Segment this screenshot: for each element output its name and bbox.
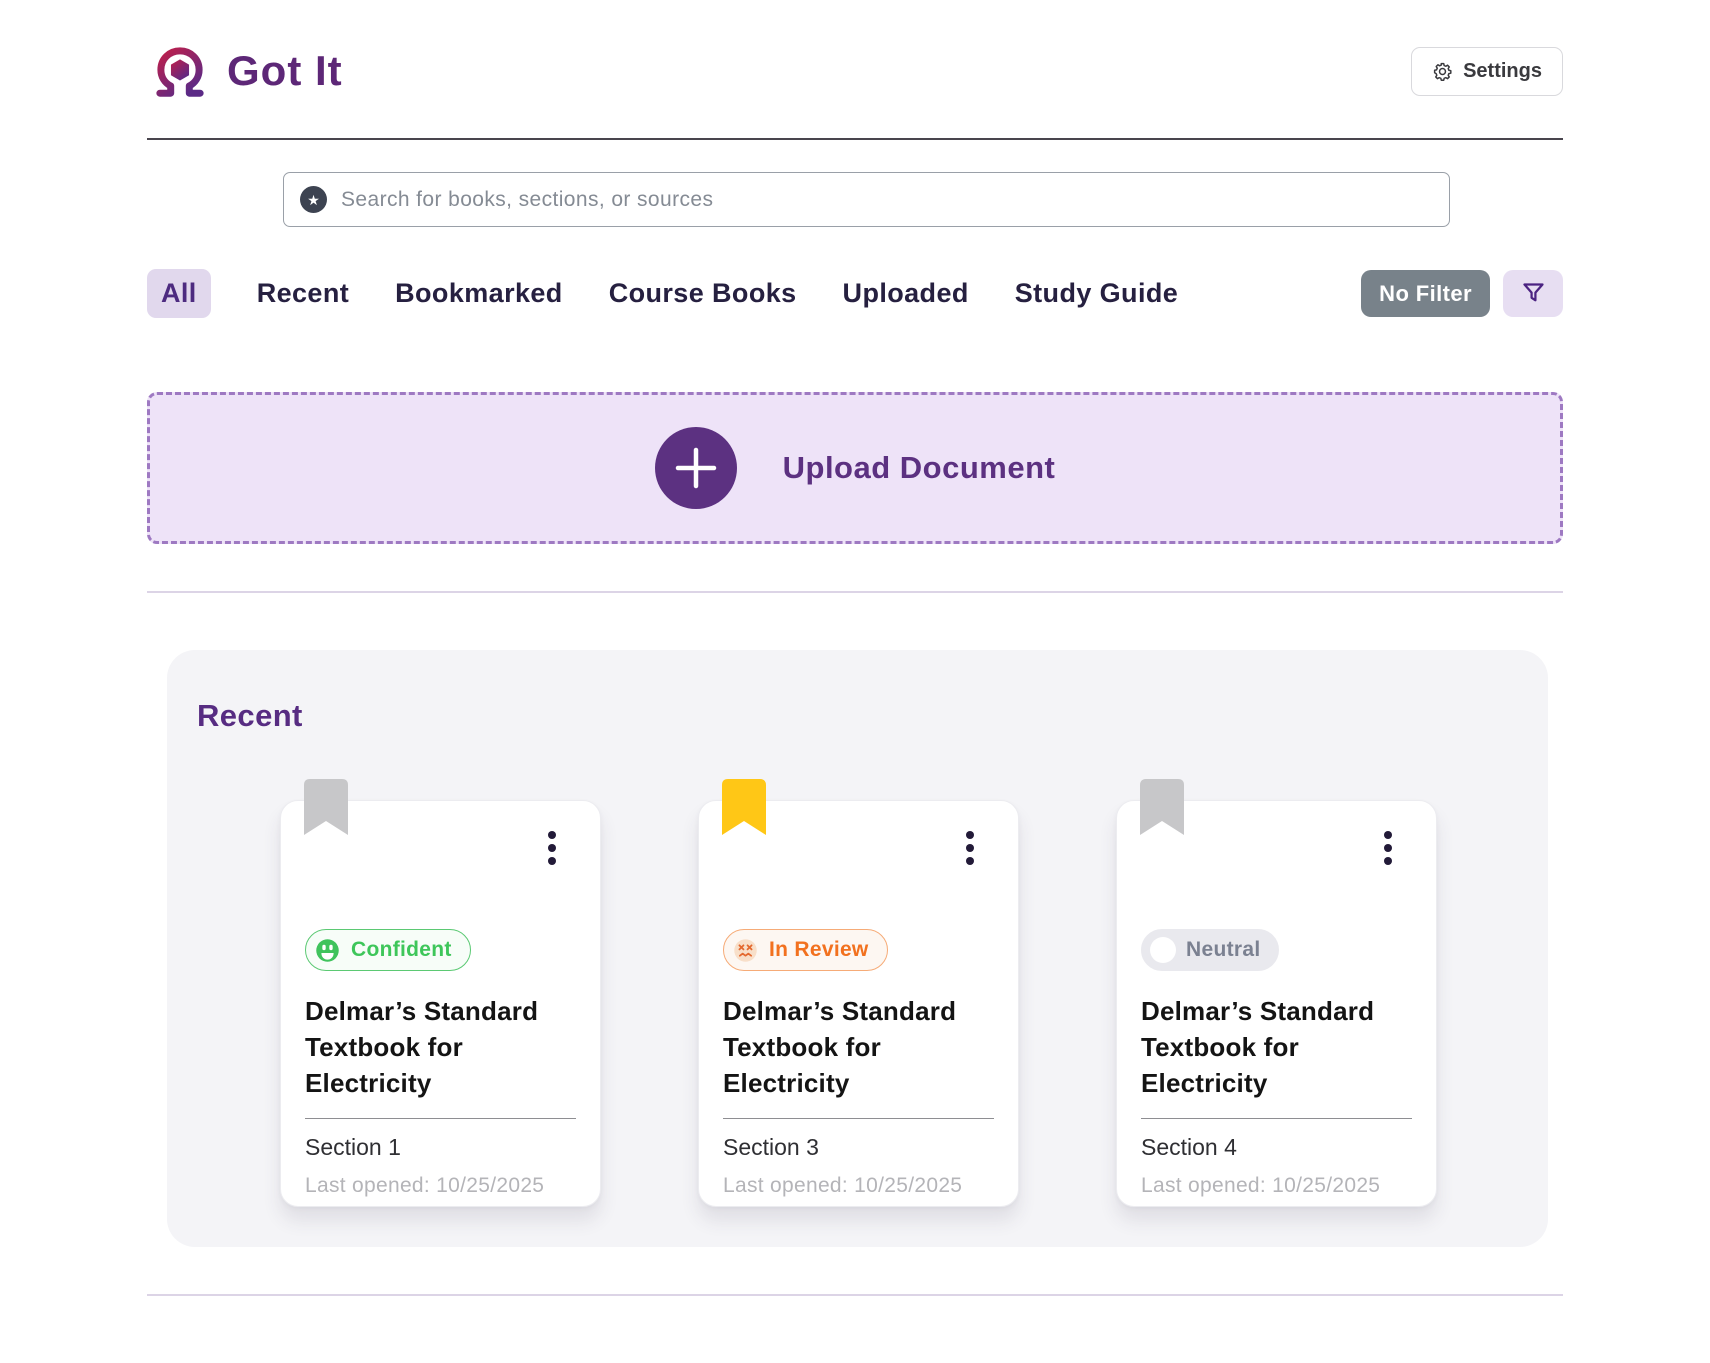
header: Got It Settings: [147, 40, 1563, 102]
kebab-menu-icon[interactable]: [962, 827, 978, 869]
tab-recent[interactable]: Recent: [257, 278, 349, 309]
book-section: Section 3: [723, 1134, 994, 1161]
tab-bookmarked[interactable]: Bookmarked: [395, 278, 563, 309]
book-title: Delmar’s Standard Textbook for Electrici…: [1141, 993, 1412, 1101]
kebab-menu-icon[interactable]: [1380, 827, 1396, 869]
confounded-face-icon: [732, 937, 759, 964]
filter-button[interactable]: [1503, 270, 1563, 317]
status-badge-label: Neutral: [1186, 938, 1260, 962]
app-logo[interactable]: Got It: [147, 40, 343, 102]
filter-tabs: All Recent Bookmarked Course Books Uploa…: [147, 269, 1563, 318]
upload-document-dropzone[interactable]: Upload Document: [147, 392, 1563, 544]
book-section: Section 4: [1141, 1134, 1412, 1161]
app-title: Got It: [227, 47, 343, 95]
status-badge-label: Confident: [351, 938, 452, 962]
book-title: Delmar’s Standard Textbook for Electrici…: [305, 993, 576, 1101]
tab-uploaded[interactable]: Uploaded: [843, 278, 969, 309]
recent-section: Recent: [167, 650, 1548, 1247]
status-badge-label: In Review: [769, 938, 869, 962]
no-filter-button[interactable]: No Filter: [1361, 270, 1490, 317]
section-divider-bottom: [147, 1294, 1563, 1296]
funnel-icon: [1520, 280, 1547, 307]
tab-study-guide[interactable]: Study Guide: [1015, 278, 1178, 309]
section-divider-top: [147, 591, 1563, 593]
settings-button[interactable]: Settings: [1411, 47, 1563, 96]
last-opened-date: Last opened: 10/25/2025: [723, 1174, 994, 1198]
settings-button-label: Settings: [1463, 60, 1542, 83]
star-circle-icon: ★: [300, 186, 327, 213]
search-bar: ★: [283, 172, 1450, 227]
book-section: Section 1: [305, 1134, 576, 1161]
header-divider: [147, 138, 1563, 140]
tab-all[interactable]: All: [147, 269, 211, 318]
recent-section-title: Recent: [197, 698, 1548, 734]
smiley-face-icon: [314, 937, 341, 964]
gear-icon: [1432, 61, 1453, 82]
recent-cards-row: Confident Delmar’s Standard Textbook for…: [280, 800, 1437, 1207]
upload-document-label: Upload Document: [783, 450, 1056, 486]
kebab-menu-icon[interactable]: [544, 827, 560, 869]
card-divider: [723, 1118, 994, 1119]
bookmark-ribbon-icon[interactable]: [1140, 779, 1184, 835]
last-opened-date: Last opened: 10/25/2025: [1141, 1174, 1412, 1198]
bookmark-ribbon-icon[interactable]: [722, 779, 766, 835]
card-divider: [1141, 1118, 1412, 1119]
book-card-section-3[interactable]: In Review Delmar’s Standard Textbook for…: [698, 800, 1019, 1207]
book-title: Delmar’s Standard Textbook for Electrici…: [723, 993, 994, 1101]
last-opened-date: Last opened: 10/25/2025: [305, 1174, 576, 1198]
omega-hexagon-logo-icon: [147, 40, 213, 102]
status-badge: In Review: [723, 929, 888, 971]
tab-course-books[interactable]: Course Books: [609, 278, 797, 309]
card-divider: [305, 1118, 576, 1119]
book-card-section-1[interactable]: Confident Delmar’s Standard Textbook for…: [280, 800, 601, 1207]
plus-icon: [655, 427, 737, 509]
status-badge: Confident: [305, 929, 471, 971]
book-card-section-4[interactable]: Neutral Delmar’s Standard Textbook for E…: [1116, 800, 1437, 1207]
search-input[interactable]: [341, 188, 1433, 212]
blank-circle-icon: [1150, 937, 1176, 963]
bookmark-ribbon-icon[interactable]: [304, 779, 348, 835]
status-badge: Neutral: [1141, 929, 1279, 971]
